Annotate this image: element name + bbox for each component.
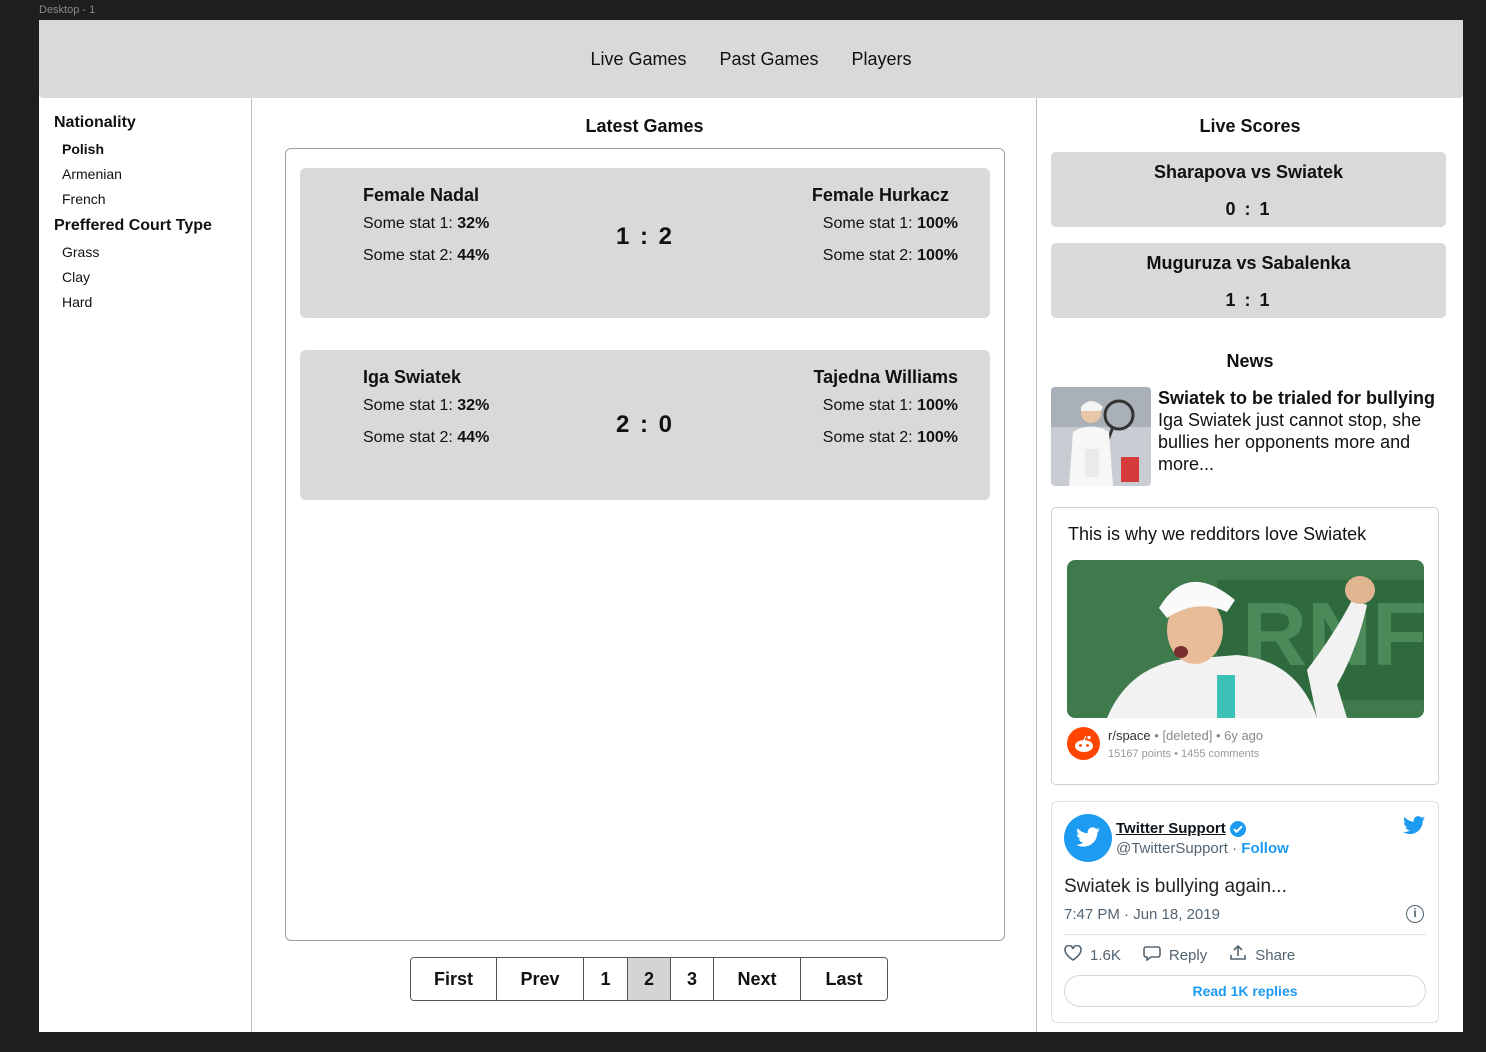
live-score-card[interactable]: Sharapova vs Swiatek 0 : 1	[1051, 152, 1446, 227]
filter-title: Nationality	[54, 114, 136, 131]
info-icon[interactable]: i	[1406, 905, 1424, 923]
heart-icon	[1064, 944, 1082, 965]
page-next-button[interactable]: Next	[714, 958, 801, 1000]
player-two: Tajedna Williams Some stat 1: 100% Some …	[813, 367, 958, 461]
twitter-avatar-icon[interactable]	[1064, 814, 1112, 862]
reply-action[interactable]: Reply	[1143, 945, 1207, 965]
live-match: Muguruza vs Sabalenka	[1146, 253, 1351, 273]
game-card[interactable]: Female Nadal Some stat 1: 32% Some stat …	[300, 168, 990, 318]
tweet-actions: 1.6K Reply Share	[1064, 944, 1296, 965]
tweet-timestamp[interactable]: 7:47 PM · Jun 18, 2019	[1064, 906, 1220, 923]
page-3-button[interactable]: 3	[671, 958, 714, 1000]
twitter-bird-icon[interactable]	[1402, 816, 1426, 841]
stat-value: 100%	[917, 247, 958, 264]
main-content: Latest Games Female Nadal Some stat 1: 3…	[252, 98, 1037, 1032]
games-list: Female Nadal Some stat 1: 32% Some stat …	[285, 148, 1005, 941]
tweet-author-name[interactable]: Twitter Support	[1116, 820, 1226, 837]
news-thumbnail	[1051, 387, 1151, 486]
reddit-post-image[interactable]: RNF	[1067, 560, 1424, 718]
top-nav: Live Games Past Games Players	[39, 20, 1463, 98]
reddit-comments[interactable]: 1455 comments	[1181, 748, 1259, 760]
follow-button[interactable]: Follow	[1241, 840, 1289, 857]
filter-clay[interactable]: Clay	[62, 269, 251, 294]
filter-french[interactable]: French	[62, 191, 251, 216]
player-name: Female Nadal	[363, 185, 480, 205]
player-two: Female Hurkacz Some stat 1: 100% Some st…	[812, 185, 958, 279]
filter-group-nationality: Nationality Polish Armenian French	[54, 114, 251, 216]
reddit-age: 6y ago	[1224, 728, 1264, 743]
share-label: Share	[1255, 946, 1296, 964]
tweet-handle: @TwitterSupport	[1116, 840, 1228, 857]
stat-value: 100%	[917, 397, 958, 414]
filter-sidebar: Nationality Polish Armenian French Preff…	[39, 98, 252, 1032]
player-name: Iga Swiatek	[363, 367, 462, 387]
right-panel: Live Scores Sharapova vs Swiatek 0 : 1 M…	[1037, 98, 1463, 1032]
app-frame: Live Games Past Games Players Nationalit…	[39, 20, 1463, 1032]
reddit-points: 15167 points	[1108, 748, 1171, 760]
live-score: 0 : 1	[1225, 199, 1272, 219]
like-count: 1.6K	[1090, 946, 1121, 964]
stat-label: Some stat 1:	[822, 397, 913, 414]
filter-grass[interactable]: Grass	[62, 244, 251, 269]
reddit-logo-icon	[1067, 727, 1100, 760]
player-stat: Some stat 1: 100%	[813, 397, 958, 415]
nav-past-games[interactable]: Past Games	[719, 49, 818, 70]
page-prev-button[interactable]: Prev	[497, 958, 584, 1000]
frame-label: Desktop - 1	[39, 4, 96, 16]
live-scores-title: Live Scores	[1199, 116, 1301, 136]
reddit-subreddit[interactable]: r/space	[1108, 728, 1151, 743]
player-stat: Some stat 2: 100%	[812, 247, 958, 265]
reddit-author: [deleted]	[1162, 728, 1213, 743]
stat-value: 100%	[917, 429, 958, 446]
news-headline[interactable]: Swiatek to be trialed for bullying	[1158, 387, 1450, 409]
news-title: News	[1226, 351, 1274, 371]
divider	[1064, 934, 1426, 935]
nav-players[interactable]: Players	[852, 49, 912, 70]
tweet-handle-row: @TwitterSupport · Follow	[1116, 840, 1289, 857]
reddit-meta: r/space • [deleted] • 6y ago	[1108, 728, 1264, 743]
stat-label: Some stat 1:	[822, 215, 913, 232]
news-item[interactable]: Swiatek to be trialed for bullying Iga S…	[1051, 387, 1451, 487]
page-1-button[interactable]: 1	[584, 958, 628, 1000]
pagination: First Prev 1 2 3 Next Last	[410, 957, 888, 1001]
stat-label: Some stat 2:	[822, 429, 913, 446]
reply-label: Reply	[1168, 946, 1208, 964]
stat-value: 100%	[917, 215, 958, 232]
news-text: Swiatek to be trialed for bullying Iga S…	[1158, 387, 1450, 475]
live-match: Sharapova vs Swiatek	[1153, 162, 1344, 182]
news-body: Iga Swiatek just cannot stop, she bullie…	[1158, 410, 1422, 474]
share-icon	[1229, 944, 1247, 965]
page-first-button[interactable]: First	[411, 958, 497, 1000]
like-action[interactable]: 1.6K	[1064, 944, 1121, 965]
game-card[interactable]: Iga Swiatek Some stat 1: 32% Some stat 2…	[300, 350, 990, 500]
filter-armenian[interactable]: Armenian	[62, 166, 251, 191]
reddit-stats: 15167 points • 1455 comments	[1108, 748, 1260, 760]
player-stat: Some stat 2: 100%	[813, 429, 958, 447]
filter-polish[interactable]: Polish	[62, 141, 251, 166]
read-replies-button[interactable]: Read 1K replies	[1064, 975, 1426, 1007]
reply-icon	[1143, 945, 1161, 965]
live-score-card[interactable]: Muguruza vs Sabalenka 1 : 1	[1051, 243, 1446, 318]
tweet-embed[interactable]: Twitter Support @TwitterSupport · Follow…	[1051, 801, 1439, 1023]
page-last-button[interactable]: Last	[801, 958, 887, 1000]
reddit-embed[interactable]: This is why we redditors love Swiatek RN…	[1051, 507, 1439, 785]
player-name: Tajedna Williams	[813, 367, 958, 387]
share-action[interactable]: Share	[1229, 944, 1296, 965]
player-stat: Some stat 1: 100%	[812, 215, 958, 233]
stat-label: Some stat 2:	[822, 247, 913, 264]
reddit-post-title[interactable]: This is why we redditors love Swiatek	[1068, 524, 1366, 545]
nav-live-games[interactable]: Live Games	[590, 49, 686, 70]
filter-group-court-type: Preffered Court Type Grass Clay Hard	[54, 217, 251, 319]
live-score: 1 : 1	[1225, 290, 1272, 310]
player-name: Female Hurkacz	[811, 185, 949, 205]
page-2-button[interactable]: 2	[628, 958, 671, 1000]
filter-title: Preffered Court Type	[54, 217, 212, 234]
filter-hard[interactable]: Hard	[62, 294, 251, 319]
latest-games-title: Latest Games	[585, 116, 704, 136]
tweet-text: Swiatek is bullying again...	[1064, 876, 1287, 897]
